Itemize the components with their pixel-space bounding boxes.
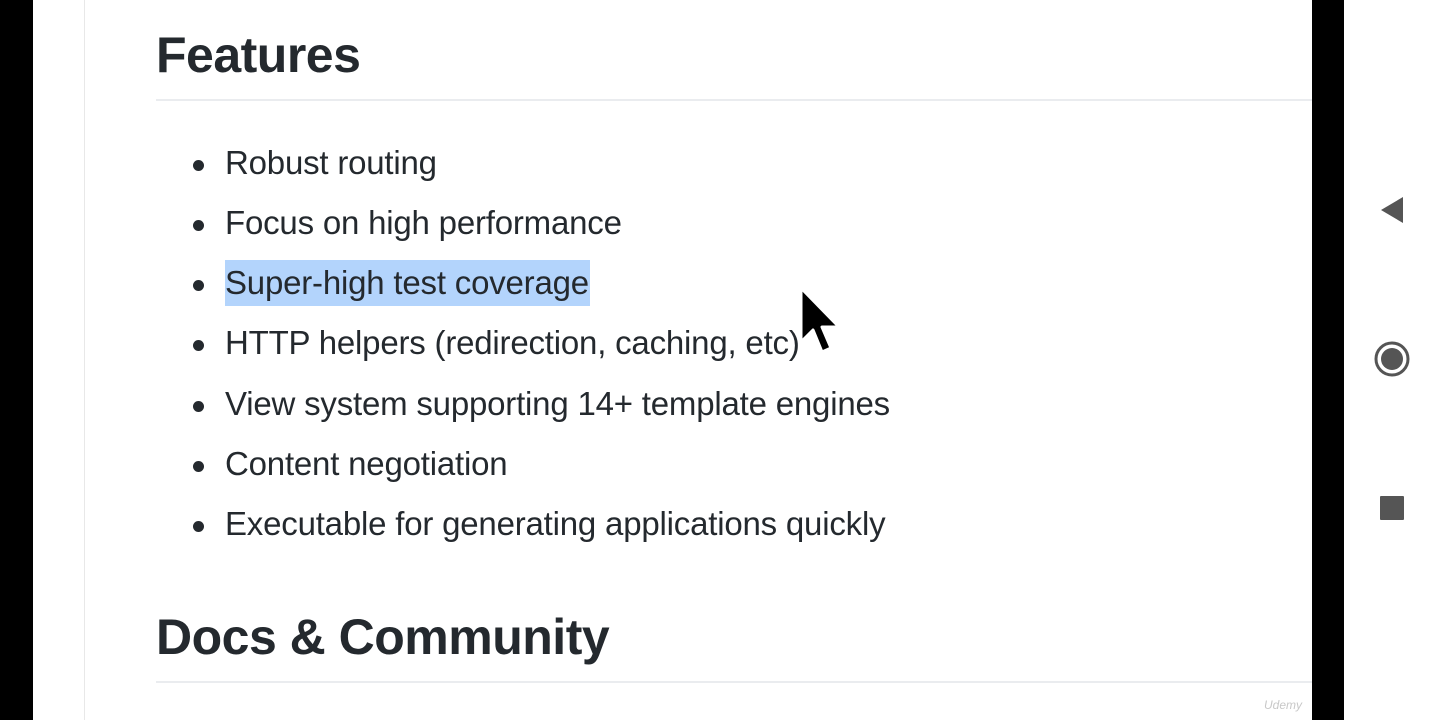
list-item: Robust routing <box>0 133 1100 193</box>
list-item-text: Focus on high performance <box>225 204 622 241</box>
list-item: Focus on high performance <box>0 193 1100 253</box>
back-button[interactable] <box>1344 180 1440 240</box>
list-item-text: View system supporting 14+ template engi… <box>225 385 890 422</box>
list-item: View system supporting 14+ template engi… <box>0 374 1100 434</box>
circle-home-icon <box>1374 341 1410 377</box>
home-button[interactable] <box>1344 329 1440 389</box>
features-heading: Features <box>156 27 361 83</box>
docs-community-heading: Docs & Community <box>156 609 610 665</box>
docs-divider <box>156 681 1312 683</box>
bullet <box>193 461 204 472</box>
list-item-text: Content negotiation <box>225 445 508 482</box>
bullet <box>193 401 204 412</box>
bullet <box>193 340 204 351</box>
list-item: Content negotiation <box>0 434 1100 494</box>
list-item-text: HTTP helpers (redirection, caching, etc) <box>225 324 800 361</box>
bullet <box>193 220 204 231</box>
features-divider <box>156 99 1312 101</box>
bullet <box>193 160 204 171</box>
list-item: Executable for generating applications q… <box>0 494 1100 554</box>
triangle-back-icon <box>1381 197 1403 223</box>
selected-text: Super-high test coverage <box>225 260 590 306</box>
list-item: Super-high test coverage <box>0 253 1100 313</box>
watermark: Udemy <box>1263 698 1302 712</box>
navigation-bar <box>1344 0 1440 720</box>
list-item: HTTP helpers (redirection, caching, etc) <box>0 313 1100 373</box>
bullet <box>193 521 204 532</box>
list-item-text: Executable for generating applications q… <box>225 505 886 542</box>
bullet <box>193 280 204 291</box>
square-recents-icon <box>1380 496 1404 520</box>
list-item-text: Robust routing <box>225 144 437 181</box>
mouse-pointer-icon <box>799 286 841 354</box>
recents-button[interactable] <box>1344 478 1440 538</box>
